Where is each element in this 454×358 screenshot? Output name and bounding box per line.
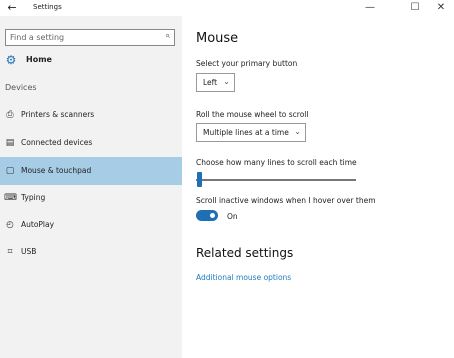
dropdown-value: Left — [203, 78, 218, 87]
section-label-devices: Devices — [5, 83, 37, 92]
sidebar-item-autoplay[interactable]: ◴ AutoPlay — [0, 211, 182, 239]
usb-icon: ⌗ — [7, 247, 13, 257]
sidebar-item-label: Mouse & touchpad — [21, 166, 92, 175]
keyboard-icon: ⌨ — [4, 193, 17, 203]
toggle-knob — [210, 213, 215, 218]
title-bar: ← Settings — ☐ ✕ — [0, 0, 454, 16]
sidebar-item-typing[interactable]: ⌨ Typing — [0, 184, 182, 212]
chevron-down-icon: ⌄ — [223, 77, 230, 86]
sidebar-item-label: AutoPlay — [21, 220, 55, 229]
minimize-button[interactable]: — — [358, 0, 382, 16]
sidebar-item-printers[interactable]: ⎙ Printers & scanners — [0, 101, 182, 129]
page-title: Mouse — [196, 31, 239, 46]
sidebar-item-mouse[interactable]: ▢ Mouse & touchpad — [0, 157, 182, 185]
main-content: Mouse Select your primary button Left ⌄ … — [182, 16, 454, 358]
related-settings-heading: Related settings — [196, 246, 294, 260]
mouse-icon: ▢ — [5, 166, 15, 176]
autoplay-icon: ◴ — [6, 220, 14, 230]
close-button[interactable]: ✕ — [429, 0, 453, 16]
sidebar-item-connected-devices[interactable]: ▤ Connected devices — [0, 129, 182, 157]
toggle-state-label: On — [227, 212, 238, 221]
sidebar-item-home[interactable]: ⚙ Home — [0, 52, 182, 70]
scroll-wheel-label: Roll the mouse wheel to scroll — [196, 110, 309, 119]
search-icon[interactable]: ⌕ — [165, 31, 170, 41]
sidebar-item-label: Connected devices — [21, 138, 93, 147]
lines-to-scroll-slider-thumb[interactable] — [197, 172, 202, 187]
dropdown-value: Multiple lines at a time — [203, 128, 289, 137]
scroll-inactive-label: Scroll inactive windows when I hover ove… — [196, 196, 376, 205]
sidebar-item-label: Typing — [21, 193, 46, 202]
additional-mouse-options-link[interactable]: Additional mouse options — [196, 273, 291, 282]
window-title: Settings — [33, 3, 62, 11]
primary-button-dropdown[interactable]: Left ⌄ — [196, 73, 235, 92]
lines-to-scroll-slider-track[interactable] — [196, 179, 356, 181]
scroll-inactive-toggle[interactable] — [196, 210, 218, 221]
sidebar-item-usb[interactable]: ⌗ USB — [0, 238, 182, 266]
maximize-button[interactable]: ☐ — [403, 0, 427, 16]
devices-icon: ▤ — [5, 138, 15, 148]
primary-button-label: Select your primary button — [196, 59, 298, 68]
scroll-wheel-dropdown[interactable]: Multiple lines at a time ⌄ — [196, 123, 306, 142]
back-arrow-icon[interactable]: ← — [5, 0, 19, 16]
chevron-down-icon: ⌄ — [294, 127, 301, 136]
lines-to-scroll-label: Choose how many lines to scroll each tim… — [196, 158, 357, 167]
search-input[interactable]: Find a setting ⌕ — [5, 29, 175, 46]
search-placeholder: Find a setting — [10, 33, 65, 42]
sidebar: Find a setting ⌕ ⚙ Home Devices ⎙ Printe… — [0, 16, 182, 358]
sidebar-item-label: Printers & scanners — [21, 110, 95, 119]
gear-icon: ⚙ — [5, 53, 17, 67]
sidebar-item-label: USB — [21, 247, 37, 256]
sidebar-item-label: Home — [26, 55, 52, 64]
printer-icon: ⎙ — [6, 110, 14, 120]
